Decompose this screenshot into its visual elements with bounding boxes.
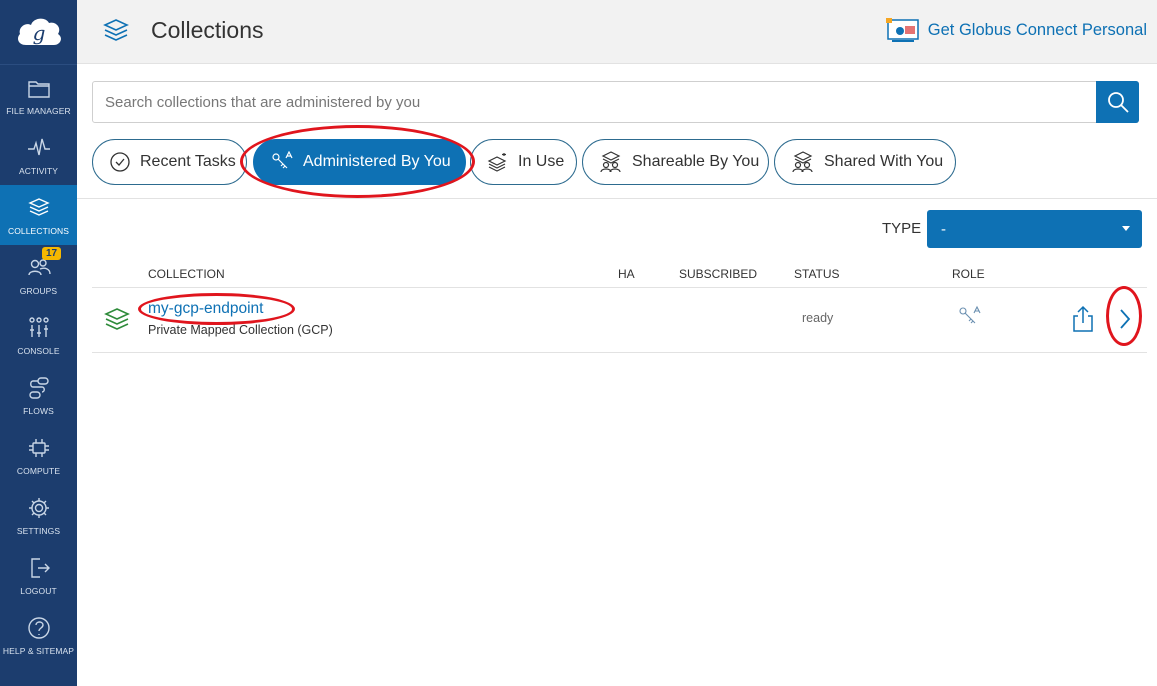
- sidebar-item-help[interactable]: HELP & SITEMAP: [0, 605, 77, 665]
- sidebar-item-label: GROUPS: [19, 285, 58, 296]
- shared-icon: [792, 151, 813, 173]
- globus-cloud-icon: g: [17, 18, 61, 45]
- tab-shareable-by-you[interactable]: Shareable By You: [582, 139, 769, 185]
- sidebar-item-flows[interactable]: FLOWS: [0, 365, 77, 425]
- collection-name-link[interactable]: my-gcp-endpoint: [148, 300, 263, 318]
- tab-shared-with-you[interactable]: Shared With You: [774, 139, 956, 185]
- search-button[interactable]: [1096, 81, 1139, 123]
- tab-in-use[interactable]: In Use: [470, 139, 577, 185]
- column-header-ha[interactable]: HA: [618, 267, 635, 281]
- svg-text:g: g: [32, 21, 45, 45]
- column-header-status[interactable]: STATUS: [794, 267, 840, 281]
- sidebar-item-logout[interactable]: LOGOUT: [0, 545, 77, 605]
- flows-icon: [28, 376, 49, 399]
- keys-icon: [272, 151, 293, 169]
- sidebar-item-label: COLLECTIONS: [7, 225, 70, 236]
- collection-status: ready: [802, 311, 834, 325]
- sidebar-item-file-manager[interactable]: FILE MANAGER: [0, 65, 77, 125]
- get-globus-connect-personal-link[interactable]: Get Globus Connect Personal: [885, 17, 1147, 43]
- clock-icon: [110, 152, 130, 172]
- help-icon: [27, 616, 50, 639]
- sidebar-item-collections[interactable]: COLLECTIONS: [0, 185, 77, 245]
- sidebar-item-settings[interactable]: SETTINGS: [0, 485, 77, 545]
- groups-count-badge: 17: [42, 247, 62, 260]
- globus-connect-personal-icon: [885, 18, 919, 42]
- column-header-collection[interactable]: COLLECTION: [148, 267, 225, 281]
- tab-recent-tasks[interactable]: Recent Tasks: [92, 139, 247, 185]
- tab-label: Shareable By You: [632, 153, 760, 170]
- sidebar-item-label: COMPUTE: [16, 465, 61, 476]
- search-bar: [92, 81, 1139, 123]
- type-filter-value: -: [941, 220, 946, 238]
- sidebar-item-label: CONSOLE: [17, 345, 60, 356]
- collection-icon: [104, 308, 130, 330]
- logout-icon: [30, 557, 50, 578]
- sidebar-item-label: SETTINGS: [16, 525, 61, 536]
- gear-icon: [28, 497, 49, 518]
- sidebar-item-activity[interactable]: ACTIVITY: [0, 125, 77, 185]
- search-input[interactable]: [93, 82, 1096, 122]
- keys-icon: [959, 305, 981, 324]
- tab-label: In Use: [518, 153, 565, 170]
- compute-icon: [28, 438, 49, 457]
- tab-label: Recent Tasks: [140, 153, 236, 170]
- column-header-role[interactable]: ROLE: [952, 267, 985, 281]
- console-icon: [28, 316, 49, 337]
- tab-administered-by-you[interactable]: Administered By You: [253, 139, 466, 185]
- collections-icon: [103, 19, 129, 41]
- search-icon: [1107, 92, 1129, 113]
- sidebar-item-groups[interactable]: 17 GROUPS: [0, 245, 77, 305]
- share-icon[interactable]: [1072, 305, 1094, 333]
- sidebar-item-label: FILE MANAGER: [6, 105, 71, 116]
- tab-label: Administered By You: [303, 153, 451, 170]
- sidebar-item-label: HELP & SITEMAP: [2, 645, 75, 656]
- activity-icon: [27, 138, 50, 155]
- folder-icon: [27, 80, 50, 98]
- type-filter-label: TYPE: [882, 220, 922, 237]
- type-filter-select[interactable]: -: [927, 210, 1142, 248]
- sidebar: g FILE MANAGER ACTIVITY COLLECTIONS 17 G…: [0, 0, 77, 686]
- collections-icon: [27, 197, 50, 216]
- chevron-right-icon[interactable]: [1117, 305, 1133, 333]
- column-header-subscribed[interactable]: SUBSCRIBED: [679, 267, 757, 281]
- page-title: Collections: [151, 17, 264, 43]
- table-row[interactable]: my-gcp-endpoint Private Mapped Collectio…: [92, 287, 1147, 353]
- sidebar-item-label: FLOWS: [23, 405, 54, 416]
- sidebar-item-label: ACTIVITY: [18, 165, 59, 176]
- sidebar-item-compute[interactable]: COMPUTE: [0, 425, 77, 485]
- shareable-icon: [600, 151, 621, 173]
- page-header: Collections Get Globus Connect Personal: [77, 0, 1157, 64]
- section-divider: [77, 198, 1157, 199]
- app: g FILE MANAGER ACTIVITY COLLECTIONS 17 G…: [0, 0, 1157, 686]
- collection-description: Private Mapped Collection (GCP): [148, 323, 333, 337]
- tab-label: Shared With You: [824, 153, 944, 170]
- in-use-icon: [487, 153, 507, 172]
- sidebar-item-console[interactable]: CONSOLE: [0, 305, 77, 365]
- caret-down-icon: [1122, 226, 1130, 231]
- sidebar-item-label: LOGOUT: [20, 585, 57, 596]
- globus-logo[interactable]: g: [0, 0, 77, 65]
- gcp-link-label: Get Globus Connect Personal: [927, 20, 1147, 39]
